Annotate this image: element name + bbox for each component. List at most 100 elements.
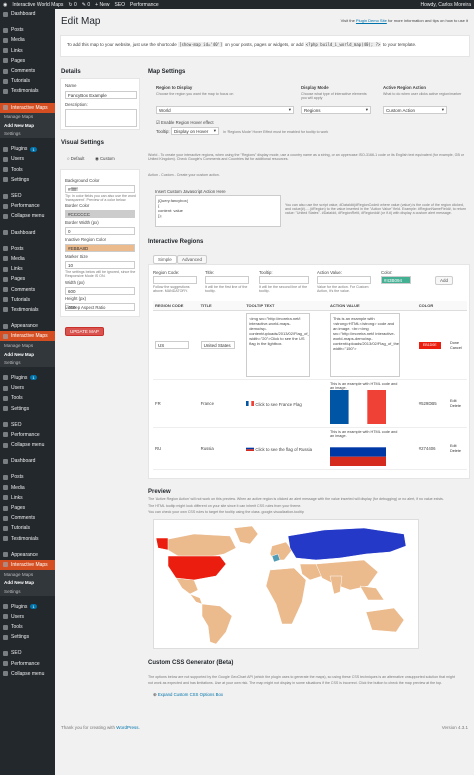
action-value-edit[interactable]: This is an example with <strong>HTML</st… bbox=[329, 313, 400, 377]
sidebar-item-users[interactable]: Users bbox=[0, 612, 55, 622]
sidebar-item-pages[interactable]: Pages bbox=[0, 503, 55, 513]
cancel-button[interactable]: Cancel bbox=[450, 346, 465, 350]
sidebar-item-interactive-maps[interactable]: Interactive Maps bbox=[0, 559, 55, 571]
border-width-input[interactable]: 0 bbox=[65, 227, 135, 235]
sidebar-item-performance[interactable]: Performance bbox=[0, 201, 55, 211]
sidebar-item-media[interactable]: Media bbox=[0, 254, 55, 264]
hover-checkbox[interactable]: ☑ Enable Region Hover effect bbox=[156, 120, 214, 126]
sidebar-item-interactive-maps[interactable]: Interactive Maps bbox=[0, 102, 55, 113]
bg-color-input[interactable]: #ffffff bbox=[65, 185, 135, 193]
done-button[interactable]: Done bbox=[450, 341, 465, 345]
sidebar-item-performance[interactable]: Performance bbox=[0, 430, 55, 440]
sidebar-item-collapse-menu[interactable]: Collapse menu bbox=[0, 211, 55, 221]
site-name-link[interactable]: Interactive World Maps bbox=[12, 2, 63, 8]
wordpress-logo-icon[interactable]: ◉ bbox=[3, 2, 7, 8]
sidebar-item-posts[interactable]: Posts bbox=[0, 472, 55, 482]
sidebar-item-add-new-map[interactable]: Add New Map bbox=[0, 578, 55, 588]
sidebar-item-seo[interactable]: SEO bbox=[0, 420, 55, 430]
border-color-input[interactable]: #CCCCCC bbox=[65, 210, 135, 218]
sidebar-item-settings[interactable]: Settings bbox=[0, 587, 55, 596]
sidebar-item-links[interactable]: Links bbox=[0, 46, 55, 56]
marker-size-input[interactable]: 10 bbox=[65, 261, 135, 269]
tooltip-input[interactable] bbox=[259, 276, 309, 284]
sidebar-item-plugins[interactable]: Plugins 1 bbox=[0, 602, 55, 612]
new-content-link[interactable]: + New bbox=[95, 2, 109, 8]
sidebar-item-manage-maps[interactable]: Manage Maps bbox=[0, 341, 55, 350]
sidebar-item-dashboard[interactable]: Dashboard bbox=[0, 456, 55, 466]
sidebar-item-collapse-menu[interactable]: Collapse menu bbox=[0, 669, 55, 679]
sidebar-item-manage-maps[interactable]: Manage Maps bbox=[0, 570, 55, 579]
keep-ratio-checkbox[interactable]: ☑ Keep Aspect Ratio bbox=[65, 305, 105, 311]
tooltip-select[interactable]: Display on Hover bbox=[171, 127, 219, 135]
sidebar-item-settings[interactable]: Settings bbox=[0, 129, 55, 139]
sidebar-item-posts[interactable]: Posts bbox=[0, 244, 55, 254]
action-value-input[interactable] bbox=[317, 276, 371, 284]
sidebar-item-links[interactable]: Links bbox=[0, 264, 55, 274]
sidebar-item-tutorials[interactable]: Tutorials bbox=[0, 76, 55, 86]
inactive-color-input[interactable]: #EBBA8D bbox=[65, 244, 135, 252]
sidebar-item-dashboard[interactable]: Dashboard bbox=[0, 228, 55, 238]
delete-button[interactable]: Delete bbox=[450, 449, 465, 453]
title-edit[interactable]: United States bbox=[200, 341, 235, 349]
sidebar-item-add-new-map[interactable]: Add New Map bbox=[0, 349, 55, 359]
tab-simple[interactable]: Simple bbox=[153, 255, 177, 264]
sidebar-item-seo[interactable]: SEO bbox=[0, 648, 55, 658]
color-input[interactable]: #43B094 bbox=[381, 276, 411, 284]
sidebar-item-appearance[interactable]: Appearance bbox=[0, 321, 55, 331]
sidebar-item-tools[interactable]: Tools bbox=[0, 622, 55, 632]
sidebar-item-comments[interactable]: Comments bbox=[0, 513, 55, 523]
sidebar-item-settings[interactable]: Settings bbox=[0, 175, 55, 185]
sidebar-item-collapse-menu[interactable]: Collapse menu bbox=[0, 440, 55, 450]
radio-custom[interactable]: ◉ Custom bbox=[95, 156, 115, 162]
active-action-select[interactable]: Custom Action bbox=[383, 106, 447, 114]
sidebar-item-links[interactable]: Links bbox=[0, 493, 55, 503]
world-map-svg[interactable] bbox=[154, 520, 418, 648]
sidebar-item-plugins[interactable]: Plugins 1 bbox=[0, 373, 55, 383]
radio-default[interactable]: ○ Default bbox=[67, 156, 84, 161]
sidebar-item-tools[interactable]: Tools bbox=[0, 165, 55, 175]
region-code-edit[interactable]: US bbox=[155, 341, 189, 349]
sidebar-item-users[interactable]: Users bbox=[0, 154, 55, 164]
region-code-input[interactable] bbox=[153, 276, 197, 284]
php-snippet[interactable]: <?php build_i_world_map(40); ?> bbox=[304, 42, 382, 47]
region-select[interactable]: World bbox=[156, 106, 294, 114]
sidebar-item-comments[interactable]: Comments bbox=[0, 66, 55, 76]
sidebar-item-tutorials[interactable]: Tutorials bbox=[0, 523, 55, 533]
account-menu[interactable]: Howdy, Carlos Moreira bbox=[421, 2, 471, 8]
sidebar-item-interactive-maps[interactable]: Interactive Maps bbox=[0, 331, 55, 342]
sidebar-item-performance[interactable]: Performance bbox=[0, 659, 55, 669]
sidebar-item-appearance[interactable]: Appearance bbox=[0, 550, 55, 560]
name-input[interactable]: FancyBox Example bbox=[65, 91, 137, 99]
shortcode[interactable]: [show-map id='40'] bbox=[178, 42, 224, 47]
sidebar-item-tutorials[interactable]: Tutorials bbox=[0, 295, 55, 305]
tooltip-edit[interactable]: <img src="http://moreira.net/i interacti… bbox=[246, 313, 311, 377]
width-input[interactable]: 600 bbox=[65, 287, 135, 295]
display-mode-select[interactable]: Regions bbox=[301, 106, 371, 114]
sidebar-item-testimonials[interactable]: Testimonials bbox=[0, 86, 55, 96]
sidebar-item-plugins[interactable]: Plugins 1 bbox=[0, 144, 55, 154]
edit-button[interactable]: Edit bbox=[450, 444, 465, 448]
sidebar-item-media[interactable]: Media bbox=[0, 483, 55, 493]
edit-button[interactable]: Edit bbox=[450, 399, 465, 403]
sidebar-item-manage-maps[interactable]: Manage Maps bbox=[0, 112, 55, 122]
sidebar-item-dashboard[interactable]: Dashboard bbox=[0, 9, 55, 19]
tab-advanced[interactable]: Advanced bbox=[177, 255, 208, 264]
sidebar-item-posts[interactable]: Posts bbox=[0, 25, 55, 35]
js-action-textarea[interactable]: jQuery.fancybox( { content: value }); bbox=[155, 195, 281, 227]
description-textarea[interactable] bbox=[65, 109, 137, 127]
sidebar-item-add-new-map[interactable]: Add New Map bbox=[0, 121, 55, 130]
sidebar-item-pages[interactable]: Pages bbox=[0, 274, 55, 284]
comments-icon[interactable]: ✎ 0 bbox=[82, 2, 90, 8]
sidebar-item-settings[interactable]: Settings bbox=[0, 632, 55, 642]
sidebar-item-comments[interactable]: Comments bbox=[0, 284, 55, 294]
sidebar-item-pages[interactable]: Pages bbox=[0, 56, 55, 66]
expand-css-link[interactable]: ⊕ Expand Custom CSS Options Box bbox=[153, 692, 223, 698]
seo-link[interactable]: SEO bbox=[114, 2, 125, 8]
wordpress-link[interactable]: WordPress. bbox=[116, 725, 139, 730]
delete-button[interactable]: Delete bbox=[450, 404, 465, 408]
sidebar-item-settings[interactable]: Settings bbox=[0, 403, 55, 413]
updates-icon[interactable]: ↻ 0 bbox=[68, 2, 76, 8]
performance-link[interactable]: Performance bbox=[130, 2, 159, 8]
title-input[interactable] bbox=[205, 276, 249, 284]
sidebar-item-settings[interactable]: Settings bbox=[0, 358, 55, 367]
